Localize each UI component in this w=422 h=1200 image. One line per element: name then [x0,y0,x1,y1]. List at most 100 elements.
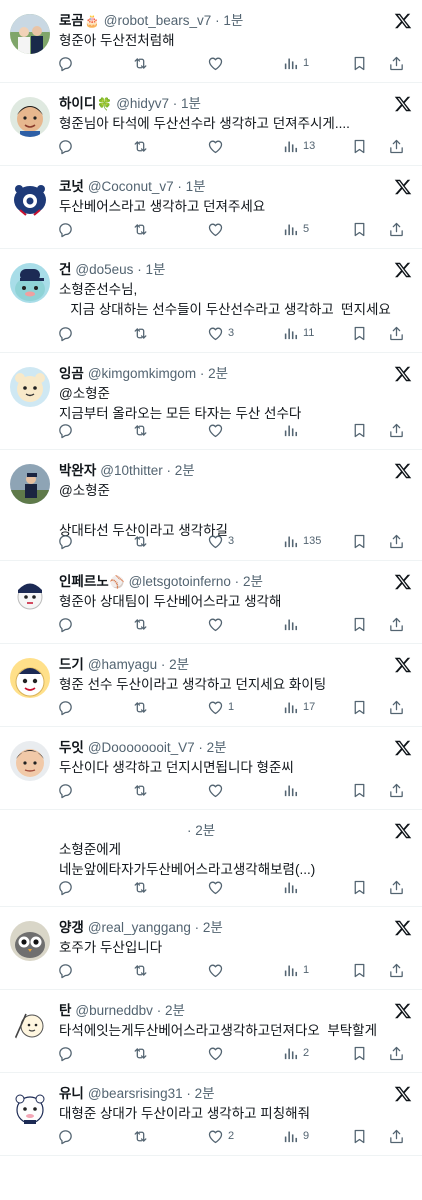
avatar[interactable] [10,741,50,781]
retweet-button[interactable] [132,613,153,635]
display-name[interactable]: 하이디 [59,96,96,111]
like-button[interactable]: 3 [207,530,234,552]
share-button[interactable] [388,1125,405,1147]
x-logo-icon[interactable] [394,1002,412,1020]
avatar[interactable] [10,14,50,54]
like-button[interactable] [207,613,228,635]
x-logo-icon[interactable] [394,178,412,196]
x-logo-icon[interactable] [394,656,412,674]
retweet-button[interactable] [132,959,153,981]
x-logo-icon[interactable] [394,365,412,383]
timestamp[interactable]: 1분 [145,262,165,277]
tweet[interactable]: 인페르노⚾ @letsgotoinferno · 2분 형준아 상대팀이 두산베어스… [0,561,422,644]
x-logo-icon[interactable] [394,261,412,279]
x-logo-icon[interactable] [394,573,412,591]
timestamp[interactable]: 2분 [243,574,263,589]
x-logo-icon[interactable] [394,12,412,30]
retweet-button[interactable] [132,52,153,74]
share-button[interactable] [388,135,405,157]
tweet[interactable]: 드기 @hamyagu · 2분 형준 선수 두산이라고 생각하고 던지세요 화이팅… [0,644,422,727]
retweet-button[interactable] [132,1042,153,1064]
avatar[interactable] [10,263,50,303]
reply-button[interactable] [57,696,78,718]
reply-button[interactable] [57,779,78,801]
reply-button[interactable] [57,876,78,898]
share-button[interactable] [388,218,405,240]
share-button[interactable] [388,779,405,801]
bookmark-button[interactable] [351,696,368,718]
timestamp[interactable]: 2분 [208,366,228,381]
timestamp[interactable]: 1분 [186,179,206,194]
avatar[interactable] [10,97,50,137]
display-name[interactable]: 코넛 [59,179,84,194]
user-handle[interactable]: @Coconut_v7 [88,179,174,194]
like-button[interactable] [207,876,228,898]
x-logo-icon[interactable] [394,462,412,480]
tweet[interactable]: 로곰🎂 @robot_bears_v7 · 1분 형준아 두산전처럼해 1 [0,0,422,83]
bookmark-button[interactable] [351,613,368,635]
reply-button[interactable] [57,218,78,240]
avatar[interactable] [10,180,50,220]
reply-button[interactable] [57,959,78,981]
reply-button[interactable] [57,613,78,635]
share-button[interactable] [388,613,405,635]
retweet-button[interactable] [132,1125,153,1147]
bookmark-button[interactable] [351,1042,368,1064]
timestamp[interactable]: 2분 [169,657,189,672]
user-handle[interactable]: @real_yanggang [88,920,191,935]
retweet-button[interactable] [132,135,153,157]
user-handle[interactable]: @do5eus [75,262,133,277]
user-handle[interactable]: @robot_bears_v7 [104,13,212,28]
views-button[interactable] [282,779,303,801]
like-button[interactable] [207,52,228,74]
views-button[interactable]: 9 [282,1125,309,1147]
display-name[interactable]: 양갱 [59,920,84,935]
user-handle[interactable]: @hidyv7 [116,96,169,111]
avatar[interactable] [10,921,50,961]
share-button[interactable] [388,530,405,552]
display-name[interactable]: 인페르노 [59,574,109,589]
user-handle[interactable]: @hamyagu [88,657,157,672]
like-button[interactable] [207,959,228,981]
share-button[interactable] [388,52,405,74]
avatar[interactable] [10,1087,50,1127]
reply-button[interactable] [57,530,78,552]
tweet[interactable]: 두잇 @Doooooooit_V7 · 2분 두산이다 생각하고 던지시면됩니다 형… [0,727,422,810]
timestamp[interactable]: 2분 [175,463,195,478]
retweet-button[interactable] [132,876,153,898]
views-button[interactable]: 17 [282,696,315,718]
user-handle[interactable]: @bearsrising31 [88,1086,183,1101]
tweet[interactable]: 탄 @burneddbv · 2분 타석에잇는게두산베어스라고생각하고던져다오 부탁… [0,990,422,1073]
share-button[interactable] [388,696,405,718]
x-logo-icon[interactable] [394,822,412,840]
tweet[interactable]: 유니 @bearsrising31 · 2분 대형준 상대가 두산이라고 생각하고 … [0,1073,422,1156]
share-button[interactable] [388,322,405,344]
retweet-button[interactable] [132,779,153,801]
share-button[interactable] [388,1042,405,1064]
retweet-button[interactable] [132,530,153,552]
timestamp[interactable]: 2분 [195,823,215,838]
bookmark-button[interactable] [351,218,368,240]
user-handle[interactable]: @burneddbv [75,1003,153,1018]
avatar[interactable] [10,1004,50,1044]
display-name[interactable]: 로곰 [59,13,84,28]
bookmark-button[interactable] [351,876,368,898]
views-button[interactable]: 11 [282,322,314,344]
reply-button[interactable] [57,1125,78,1147]
reply-button[interactable] [57,1042,78,1064]
views-button[interactable] [282,419,303,441]
timestamp[interactable]: 2분 [195,1086,215,1101]
retweet-button[interactable] [132,218,153,240]
views-button[interactable]: 135 [282,530,321,552]
share-button[interactable] [388,876,405,898]
bookmark-button[interactable] [351,322,368,344]
timestamp[interactable]: 2분 [203,920,223,935]
display-name[interactable]: 탄 [59,1003,71,1018]
x-logo-icon[interactable] [394,95,412,113]
display-name[interactable]: 잉곰 [59,366,84,381]
like-button[interactable] [207,218,228,240]
views-button[interactable] [282,613,303,635]
avatar[interactable] [10,658,50,698]
retweet-button[interactable] [132,322,153,344]
tweet[interactable]: 하이디🍀 @hidyv7 · 1분 형준님아 타석에 두산선수라 생각하고 던져주시… [0,83,422,166]
